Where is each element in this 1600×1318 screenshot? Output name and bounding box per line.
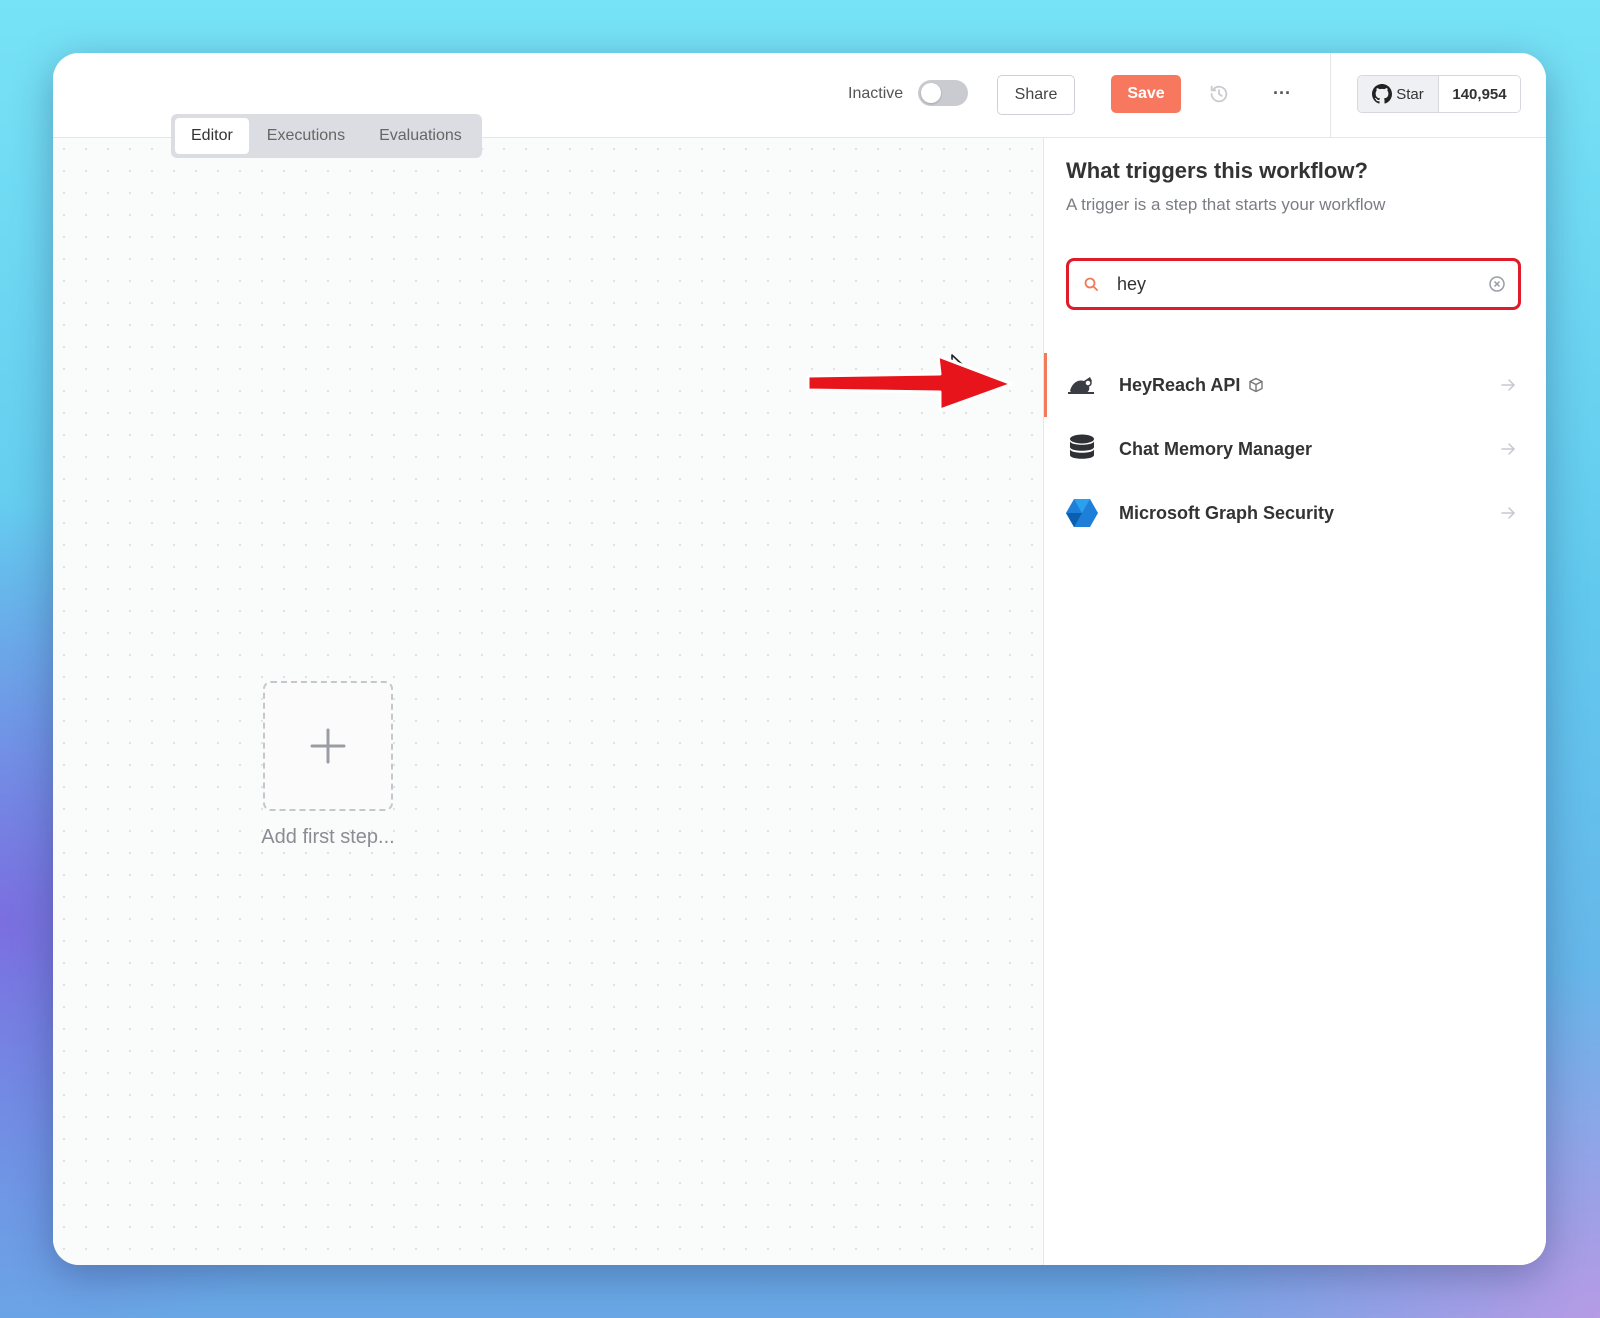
result-item-heyreach[interactable]: HeyReach API: [1044, 353, 1546, 417]
github-star-label: Star: [1396, 85, 1424, 103]
tab-editor[interactable]: Editor: [175, 118, 249, 154]
microsoft-graph-icon: [1064, 495, 1100, 531]
workflow-canvas[interactable]: Add first step...: [53, 138, 1043, 1265]
result-label: Chat Memory Manager: [1119, 439, 1312, 460]
cube-icon: [1249, 377, 1264, 393]
github-star-count[interactable]: 140,954: [1439, 76, 1520, 112]
toggle-knob: [921, 83, 941, 103]
add-first-step-button[interactable]: [263, 681, 393, 811]
active-toggle[interactable]: [918, 80, 968, 106]
search-box[interactable]: [1066, 258, 1521, 310]
result-label: HeyReach API: [1119, 375, 1264, 396]
github-star-button[interactable]: Star: [1358, 76, 1439, 112]
plus-icon: [310, 728, 346, 764]
annotation-arrow-icon: [806, 354, 1014, 412]
status-label: Inactive: [848, 85, 904, 102]
arrow-right-icon: [1501, 443, 1516, 455]
github-star-widget[interactable]: Star 140,954: [1357, 75, 1521, 113]
microsoft-graph-label: Microsoft Graph Security: [1119, 502, 1335, 523]
arrow-right-icon: [1501, 507, 1516, 519]
save-button[interactable]: Save: [1111, 75, 1181, 113]
trigger-panel: What triggers this workflow? A trigger i…: [1043, 138, 1546, 1265]
panel-title: What triggers this workflow?: [1066, 158, 1368, 183]
database-icon: [1064, 431, 1100, 467]
result-label: Microsoft Graph Security: [1119, 503, 1334, 524]
divider: [1330, 53, 1331, 137]
share-button[interactable]: Share: [997, 75, 1075, 115]
arrow-right-icon: [1501, 379, 1516, 391]
search-input[interactable]: [1117, 268, 1477, 300]
clear-search-icon[interactable]: [1488, 275, 1506, 293]
tab-executions[interactable]: Executions: [251, 118, 361, 154]
add-first-step-label: Add first step...: [261, 826, 395, 848]
github-icon: [1372, 84, 1393, 104]
result-item-microsoft-graph[interactable]: Microsoft Graph Security: [1044, 481, 1546, 545]
heyreach-icon: [1064, 367, 1100, 403]
result-item-chat-memory[interactable]: Chat Memory Manager: [1044, 417, 1546, 481]
panel-subtitle: A trigger is a step that starts your wor…: [1066, 195, 1386, 214]
view-tabs: Editor Executions Evaluations: [171, 114, 482, 158]
history-icon[interactable]: [1208, 83, 1230, 105]
chat-memory-label: Chat Memory Manager: [1119, 438, 1313, 459]
more-options-icon[interactable]: ···: [1268, 79, 1296, 107]
heyreach-label: HeyReach API: [1119, 374, 1241, 395]
app-window: Inactive Share Save ··· Star 140,954 Add…: [53, 53, 1546, 1265]
search-icon: [1084, 277, 1098, 291]
tab-evaluations[interactable]: Evaluations: [363, 118, 478, 154]
